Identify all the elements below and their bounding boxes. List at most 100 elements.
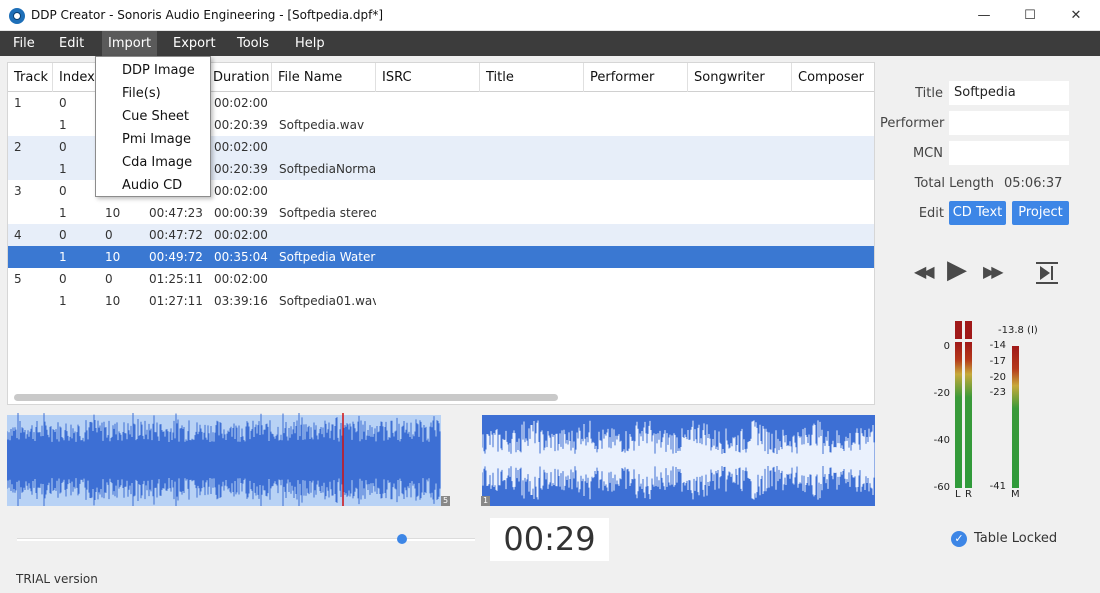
- table-cell-duration: 00:20:39: [214, 162, 268, 176]
- column-track[interactable]: Track: [8, 63, 53, 92]
- table-cell-duration: 00:35:04: [214, 250, 268, 264]
- table-cell-index: 0: [59, 228, 67, 242]
- table-cell-pause: 10: [105, 250, 121, 264]
- table-cell-duration: 00:02:00: [214, 184, 268, 198]
- performer-field[interactable]: [949, 111, 1069, 135]
- mono-scale-label: -17: [989, 356, 1006, 367]
- table-cell-index: 1: [59, 118, 67, 132]
- column-performer[interactable]: Performer: [584, 63, 688, 92]
- mcn-label: MCN: [912, 146, 943, 161]
- table-cell-pause: 0: [105, 272, 113, 286]
- meter-scale-label: -20: [933, 388, 950, 399]
- cd-text-button[interactable]: CD Text: [949, 201, 1006, 225]
- column-file-name[interactable]: File Name: [272, 63, 376, 92]
- table-cell-track: 5: [14, 272, 22, 286]
- import-menu-dropdown: DDP Image File(s) Cue Sheet Pmi Image Cd…: [95, 56, 211, 197]
- table-cell-duration: 00:00:39: [214, 206, 268, 220]
- menu-export[interactable]: Export: [173, 31, 216, 56]
- table-cell-file: SoftpediaNormal: [279, 162, 376, 176]
- table-cell-start: 01:25:11: [149, 272, 203, 286]
- table-cell-duration: 00:20:39: [214, 118, 268, 132]
- import-cda-image[interactable]: Cda Image: [96, 151, 210, 174]
- window-title: DDP Creator - Sonoris Audio Engineering …: [31, 8, 383, 22]
- trial-status: TRIAL version: [16, 572, 98, 586]
- column-isrc[interactable]: ISRC: [376, 63, 480, 92]
- table-cell-start: 01:27:11: [149, 294, 203, 308]
- menu-help[interactable]: Help: [295, 31, 325, 56]
- column-songwriter[interactable]: Songwriter: [688, 63, 792, 92]
- track-marker[interactable]: 5: [441, 496, 450, 506]
- left-peak-indicator: [955, 321, 962, 339]
- mono-scale-label: -41: [989, 481, 1006, 492]
- column-duration[interactable]: Duration: [207, 63, 272, 92]
- table-row[interactable]: 1 10 01:27:11 03:39:16 Softpedia01.wav: [8, 290, 874, 312]
- left-channel-label: L: [955, 489, 961, 500]
- import-pmi-image[interactable]: Pmi Image: [96, 128, 210, 151]
- title-label: Title: [915, 86, 943, 101]
- table-cell-track: 4: [14, 228, 22, 242]
- table-row[interactable]: 1 10 00:49:72 00:35:04 Softpedia Waterr: [8, 246, 874, 268]
- title-bar: DDP Creator - Sonoris Audio Engineering …: [0, 0, 1100, 31]
- table-locked-check-icon[interactable]: ✓: [951, 531, 967, 547]
- table-row[interactable]: 4 0 0 00:47:72 00:02:00: [8, 224, 874, 246]
- menu-bar: File Edit Import Export Tools Help: [0, 31, 1100, 56]
- import-files[interactable]: File(s): [96, 82, 210, 105]
- close-button[interactable]: ✕: [1053, 0, 1099, 31]
- table-cell-file: [279, 224, 376, 246]
- waveform-view[interactable]: 5 1: [7, 413, 875, 506]
- meter-scale-label: -60: [933, 482, 950, 493]
- title-field[interactable]: Softpedia: [949, 81, 1069, 105]
- table-cell-index: 1: [59, 162, 67, 176]
- right-level-meter: [965, 342, 972, 488]
- mcn-field[interactable]: [949, 141, 1069, 165]
- import-cue-sheet[interactable]: Cue Sheet: [96, 105, 210, 128]
- project-button[interactable]: Project: [1012, 201, 1069, 225]
- column-composer[interactable]: Composer: [792, 63, 874, 92]
- waveform-graphic[interactable]: [7, 413, 875, 506]
- skip-to-marker-icon[interactable]: [1034, 260, 1060, 286]
- playback-slider-thumb[interactable]: [396, 534, 407, 544]
- table-cell-index: 1: [59, 294, 67, 308]
- menu-tools[interactable]: Tools: [237, 31, 269, 56]
- table-cell-pause: 10: [105, 294, 121, 308]
- maximize-button[interactable]: ☐: [1007, 0, 1053, 31]
- column-title[interactable]: Title: [480, 63, 584, 92]
- left-level-meter: [955, 342, 962, 488]
- import-audio-cd[interactable]: Audio CD: [96, 174, 210, 197]
- loudness-readout: -13.8 (I): [998, 325, 1038, 336]
- minimize-button[interactable]: —: [961, 0, 1007, 31]
- table-cell-index: 0: [59, 272, 67, 286]
- right-peak-indicator: [965, 321, 972, 339]
- rewind-icon[interactable]: ◀◀: [914, 262, 935, 281]
- mono-scale-label: -20: [989, 372, 1006, 383]
- edit-label: Edit: [918, 206, 944, 221]
- mono-scale-label: -23: [989, 387, 1006, 398]
- mono-level-meter: [1012, 346, 1019, 488]
- table-cell-index: 0: [59, 140, 67, 154]
- table-cell-file: Softpedia.wav: [279, 118, 365, 132]
- table-row[interactable]: 1 10 00:47:23 00:00:39 Softpedia stereo: [8, 202, 874, 224]
- import-ddp-image[interactable]: DDP Image: [96, 59, 210, 82]
- app-logo-icon: [9, 8, 25, 24]
- column-index[interactable]: Index: [53, 63, 96, 92]
- table-row[interactable]: 5 0 0 01:25:11 00:02:00: [8, 268, 874, 290]
- table-locked-label[interactable]: Table Locked: [974, 531, 1057, 546]
- table-cell-file: [279, 268, 376, 290]
- menu-edit[interactable]: Edit: [59, 31, 84, 56]
- table-cell-pause: 10: [105, 206, 121, 220]
- menu-file[interactable]: File: [13, 31, 35, 56]
- track-marker[interactable]: 1: [481, 496, 490, 506]
- right-channel-label: R: [965, 489, 972, 500]
- meter-scale-label: -40: [933, 435, 950, 446]
- fast-forward-icon[interactable]: ▶▶: [983, 262, 1004, 281]
- performer-label: Performer: [880, 116, 945, 131]
- table-cell-start: 00:47:72: [149, 228, 203, 242]
- table-cell-index: 0: [59, 184, 67, 198]
- table-cell-start: 00:49:72: [149, 250, 203, 264]
- play-icon[interactable]: ▶: [947, 255, 967, 285]
- horizontal-scrollbar[interactable]: [14, 394, 558, 401]
- mono-channel-label: M: [1011, 489, 1020, 500]
- table-cell-index: 0: [59, 96, 67, 110]
- total-length-value: 05:06:37: [1004, 176, 1063, 191]
- menu-import[interactable]: Import: [102, 31, 158, 56]
